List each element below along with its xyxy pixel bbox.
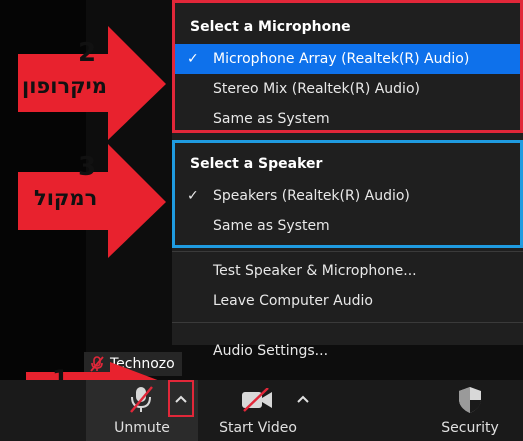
unmute-label: Unmute: [114, 420, 170, 436]
shield-icon: [459, 387, 481, 413]
meeting-toolbar: Unmute Start Video Security: [0, 380, 523, 441]
start-video-button[interactable]: Start Video: [212, 380, 304, 441]
security-button[interactable]: Security: [428, 380, 512, 441]
speaker-item-speakers[interactable]: ✓ Speakers (Realtek(R) Audio): [175, 181, 520, 211]
speaker-section: Select a Speaker ✓ Speakers (Realtek(R) …: [172, 140, 523, 248]
chevron-up-icon: [175, 395, 187, 403]
speaker-item-same-as-system[interactable]: Same as System: [175, 211, 520, 241]
speaker-section-title: Select a Speaker: [190, 156, 323, 172]
speaker-item-label: Speakers (Realtek(R) Audio): [213, 188, 410, 204]
test-speaker-microphone-item[interactable]: Test Speaker & Microphone...: [172, 256, 523, 286]
microphone-item-label: Stereo Mix (Realtek(R) Audio): [213, 81, 420, 97]
menu-divider: [172, 322, 523, 323]
check-icon: ✓: [187, 51, 199, 67]
microphone-item-stereo-mix[interactable]: Stereo Mix (Realtek(R) Audio): [175, 74, 520, 104]
leave-computer-audio-item[interactable]: Leave Computer Audio: [172, 286, 523, 316]
annotation-number-3: 3: [78, 152, 97, 182]
check-icon: ✓: [187, 188, 199, 204]
security-label: Security: [441, 420, 499, 436]
microphone-item-array[interactable]: ✓ Microphone Array (Realtek(R) Audio): [175, 44, 520, 74]
menu-divider: [172, 251, 523, 252]
microphone-section: Select a Microphone ✓ Microphone Array (…: [172, 0, 523, 133]
mic-muted-icon: [130, 386, 153, 413]
microphone-item-label: Microphone Array (Realtek(R) Audio): [213, 51, 470, 67]
video-off-icon: [242, 388, 272, 412]
audio-actions: Test Speaker & Microphone... Leave Compu…: [172, 256, 523, 316]
speaker-item-label: Same as System: [213, 218, 330, 234]
audio-dropdown-menu: Select a Microphone ✓ Microphone Array (…: [172, 0, 523, 359]
video-options-caret-icon[interactable]: [297, 395, 309, 403]
microphone-section-title: Select a Microphone: [190, 19, 351, 35]
audio-options-caret-button[interactable]: [168, 380, 194, 417]
start-video-label: Start Video: [219, 420, 297, 436]
microphone-item-same-as-system[interactable]: Same as System: [175, 104, 520, 134]
annotation-number-2: 2: [78, 38, 97, 68]
microphone-item-label: Same as System: [213, 111, 330, 127]
audio-settings-item[interactable]: Audio Settings...: [172, 336, 523, 366]
annotation-label-speaker: רמקול: [34, 186, 98, 210]
annotation-label-microphone: מיקרופון: [22, 74, 107, 98]
